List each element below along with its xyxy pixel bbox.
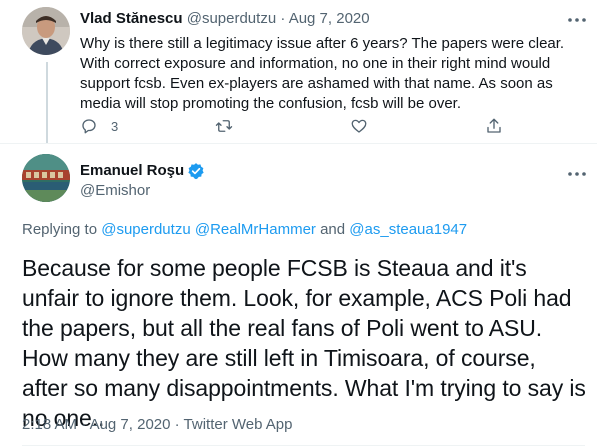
tweet-date[interactable]: Aug 7, 2020 — [289, 10, 370, 27]
reply-conjunction: and — [320, 221, 346, 238]
author-handle[interactable]: @superdutzu — [187, 10, 276, 27]
thread-connector-line — [46, 62, 48, 143]
avatar-photo-vlad — [22, 7, 70, 55]
reply-mention-link[interactable]: @RealMrHammer — [195, 221, 316, 238]
focused-tweet: Emanuel Roşu @Emishor Replying to @super… — [0, 144, 597, 446]
reply-mention-link[interactable]: @superdutzu — [101, 221, 190, 238]
reply-button[interactable]: 3 — [80, 116, 118, 136]
author-handle[interactable]: @Emishor — [80, 182, 150, 200]
separator-dot: · — [174, 416, 180, 433]
tweet-source[interactable]: Twitter Web App — [184, 416, 293, 433]
tweet-time[interactable]: 2:18 AM — [22, 416, 77, 433]
author-name[interactable]: Vlad Stănescu — [80, 10, 183, 27]
tweet-metadata: 2:18 AM · Aug 7, 2020 · Twitter Web App — [22, 416, 293, 434]
replying-prefix: Replying to — [22, 221, 98, 238]
parent-tweet[interactable]: Vlad Stănescu @superdutzu · Aug 7, 2020 … — [0, 0, 597, 143]
tweet-text: Because for some people FCSB is Steaua a… — [22, 255, 586, 431]
tweet-date[interactable]: Aug 7, 2020 — [90, 416, 171, 433]
avatar-photo-emanuel — [22, 154, 70, 202]
reply-mention-link[interactable]: @as_steaua1947 — [349, 221, 467, 238]
avatar[interactable] — [22, 7, 70, 55]
author-name[interactable]: Emanuel Roşu — [80, 162, 184, 180]
tweet-header: Vlad Stănescu @superdutzu · Aug 7, 2020 — [80, 10, 370, 28]
replying-to-line: Replying to @superdutzu @RealMrHammer an… — [22, 221, 467, 239]
share-icon — [487, 118, 501, 133]
avatar[interactable] — [22, 154, 70, 202]
heart-icon — [351, 119, 367, 133]
reply-count: 3 — [111, 118, 119, 134]
author-name-row: Emanuel Roşu — [80, 162, 205, 180]
separator-dot: · — [81, 416, 87, 433]
more-options-icon[interactable] — [565, 14, 589, 24]
verified-badge-icon — [188, 163, 204, 180]
share-button[interactable] — [485, 116, 503, 136]
tweet-actions: 3 — [80, 116, 510, 136]
reply-icon — [82, 119, 96, 134]
more-options-icon[interactable] — [565, 168, 589, 178]
tweet-text: Why is there still a legitimacy issue af… — [80, 35, 565, 112]
separator-dot: · — [280, 10, 286, 27]
retweet-button[interactable] — [215, 116, 233, 136]
like-button[interactable] — [350, 116, 368, 136]
retweet-icon — [215, 120, 233, 132]
